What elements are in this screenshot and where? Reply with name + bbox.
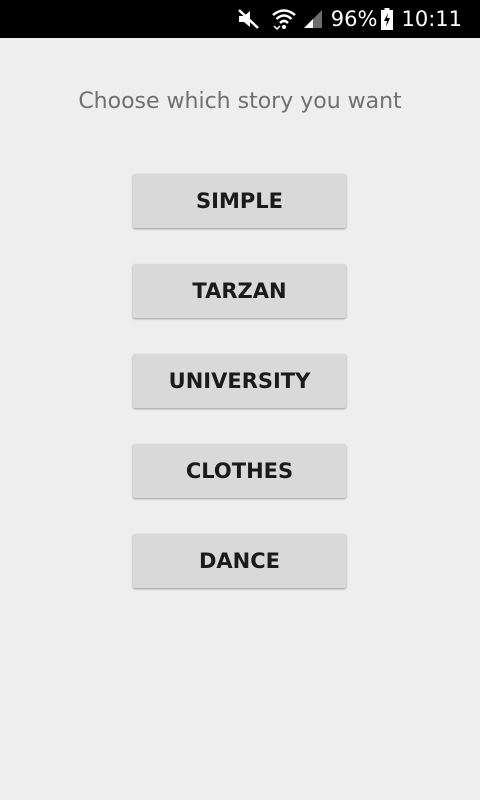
clothes-button[interactable]: CLOTHES xyxy=(133,444,346,498)
clock: 10:11 xyxy=(401,7,462,31)
wifi-icon xyxy=(271,8,297,30)
dance-button[interactable]: DANCE xyxy=(133,534,346,588)
mute-icon xyxy=(237,8,261,30)
university-button[interactable]: UNIVERSITY xyxy=(133,354,346,408)
battery-percent: 96% xyxy=(330,7,378,31)
status-bar: 96% 10:11 xyxy=(0,0,480,38)
simple-button[interactable]: SIMPLE xyxy=(133,174,346,228)
battery-charging-icon xyxy=(381,8,394,30)
status-icons: 96% 10:11 xyxy=(237,0,480,38)
story-prompt: Choose which story you want xyxy=(78,89,402,114)
signal-icon xyxy=(303,8,323,30)
tarzan-button[interactable]: TARZAN xyxy=(133,264,346,318)
